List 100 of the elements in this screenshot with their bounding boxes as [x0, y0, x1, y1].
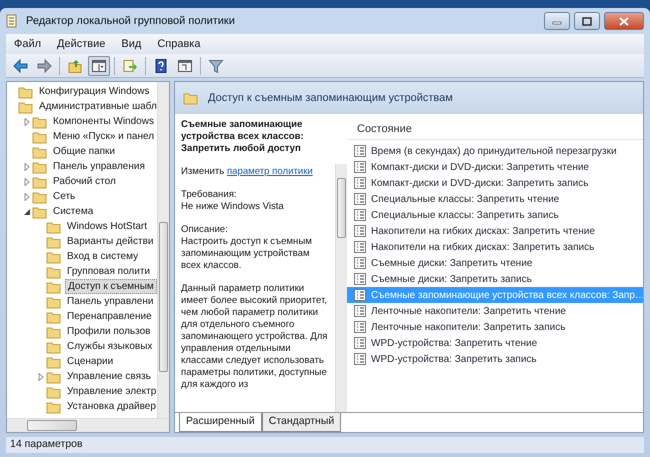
scrollbar[interactable]	[7, 418, 169, 432]
requirements-text: Требования: Не ниже Windows Vista	[181, 189, 285, 213]
tree-item[interactable]: Меню «Пуск» и панел	[51, 130, 156, 143]
policy-setting-icon	[353, 240, 367, 254]
maximize-button[interactable]	[574, 12, 600, 30]
policy-row[interactable]: Накопители на гибких дисках: Запретить запись	[347, 239, 643, 255]
menu-item[interactable]: Файл	[6, 36, 50, 52]
window-title: Редактор локальной групповой политики	[26, 14, 236, 29]
policy-setting-icon	[353, 352, 367, 366]
policy-setting-icon	[353, 336, 367, 350]
menu-item[interactable]: Действие	[49, 36, 114, 52]
folder-icon	[46, 250, 61, 264]
policy-row[interactable]: Компакт-диски и DVD-диски: Запретить чтение	[347, 159, 643, 175]
tree-item[interactable]: Конфигурация Windows	[37, 85, 152, 98]
folder-icon	[46, 234, 61, 248]
policy-setting-icon	[353, 160, 367, 174]
folder-icon	[32, 204, 47, 218]
menu-item[interactable]: Справка	[149, 36, 208, 52]
policy-setting-icon	[353, 192, 367, 206]
filter-icon	[208, 58, 224, 74]
folder-icon	[46, 354, 61, 368]
collapsed-arrow-icon[interactable]	[23, 178, 31, 186]
folder-icon	[46, 280, 61, 294]
policy-row[interactable]: Съемные диски: Запретить чтение	[347, 255, 643, 271]
tab[interactable]: Расширенный	[179, 413, 262, 432]
policy-setting-icon	[353, 144, 367, 158]
policy-row[interactable]: Специальные классы: Запретить чтение	[347, 191, 643, 207]
expanded-arrow-icon[interactable]	[23, 208, 31, 216]
policy-setting-icon	[353, 304, 367, 318]
menu-item[interactable]: Вид	[113, 36, 150, 52]
folder-icon	[46, 370, 61, 384]
tree-item[interactable]: Профили пользов	[65, 325, 152, 338]
collapsed-arrow-icon[interactable]	[37, 372, 45, 380]
folder-icon	[18, 100, 33, 114]
folder-icon	[32, 160, 47, 174]
policy-row[interactable]: Ленточные накопители: Запретить чтение	[347, 303, 643, 319]
back-arrow-icon	[12, 58, 28, 74]
tree-item[interactable]: Панель управлени	[65, 295, 156, 308]
policy-setting-icon	[353, 208, 367, 222]
tree-item[interactable]: Windows HotStart	[65, 220, 150, 233]
tree-item[interactable]: Панель управления	[51, 160, 147, 173]
folder-icon	[46, 220, 61, 234]
tree-item[interactable]: Компоненты Windows	[51, 115, 156, 128]
app-icon	[6, 14, 18, 28]
folder-icon	[46, 324, 61, 338]
help-icon	[153, 58, 169, 74]
tree-item[interactable]: Варианты действи	[65, 235, 156, 248]
folder-icon	[18, 84, 33, 98]
status-text: 14 параметров	[6, 437, 644, 453]
policy-row[interactable]: WPD-устройства: Запретить запись	[347, 351, 643, 367]
folder-icon	[32, 174, 47, 188]
scrollbar[interactable]	[157, 82, 169, 418]
tree-item[interactable]: Система	[51, 205, 96, 218]
policy-row[interactable]: Специальные классы: Запретить запись	[347, 207, 643, 223]
collapsed-arrow-icon[interactable]	[23, 162, 31, 170]
folder-icon	[46, 400, 61, 414]
folder-icon	[32, 190, 47, 204]
tab[interactable]: Стандартный	[262, 413, 342, 432]
tree-item[interactable]: Рабочий стол	[51, 175, 118, 188]
tree-item[interactable]: Перенаправление	[65, 310, 154, 323]
folder-icon	[183, 91, 198, 105]
tree-item[interactable]: Групповая полити	[65, 265, 152, 278]
folder-icon	[32, 144, 47, 158]
policy-row[interactable]: Время (в секундах) до принудительной перезагрузки	[347, 143, 643, 159]
policy-row[interactable]: Компакт-диски и DVD-диски: Запретить запись	[347, 175, 643, 191]
folder-icon	[46, 310, 61, 324]
tree-item[interactable]: Вход в систему	[65, 250, 140, 263]
tree-item[interactable]: Управление связь	[65, 370, 153, 383]
policy-row[interactable]: WPD-устройства: Запретить чтение	[347, 335, 643, 351]
policy-setting-icon	[353, 176, 367, 190]
tree-item[interactable]: Установка драйвер	[65, 400, 157, 413]
tree-item[interactable]: Сценарии	[65, 355, 116, 368]
collapsed-arrow-icon[interactable]	[23, 118, 31, 126]
folder-icon	[46, 384, 61, 398]
tree-item[interactable]: Сеть	[51, 190, 78, 203]
policy-setting-icon	[353, 320, 367, 334]
tree-item[interactable]: Административные шабл	[37, 100, 157, 113]
tree-item[interactable]: Доступ к съемным	[65, 279, 157, 294]
scrollbar[interactable]	[335, 164, 347, 412]
folder-icon	[32, 130, 47, 144]
policy-row[interactable]: Съемные диски: Запретить запись	[347, 271, 643, 287]
description-text: Описание: Настроить доступ к съемным запоминающим устройствам всех классов.	[181, 224, 313, 272]
policy-setting-icon	[353, 288, 367, 302]
pane-toggle-icon	[91, 58, 107, 74]
tree-item[interactable]: Общие папки	[51, 145, 118, 158]
toolbar-button[interactable]	[88, 56, 110, 76]
maximize-icon	[582, 16, 592, 26]
policy-row[interactable]: Ленточные накопители: Запретить запись	[347, 319, 643, 335]
collapsed-arrow-icon[interactable]	[23, 192, 31, 200]
close-button[interactable]	[604, 12, 644, 30]
tree-item[interactable]: Службы языковых	[65, 340, 154, 353]
policy-link[interactable]: параметр политики	[226, 166, 313, 177]
close-icon	[619, 16, 629, 26]
folder-icon	[46, 264, 61, 278]
policy-row[interactable]: Накопители на гибких дисках: Запретить чтение	[347, 223, 643, 239]
tree-item[interactable]: Управление электр	[65, 385, 157, 398]
description-text: Данный параметр политики имеет более высокий приоритет, чем любой параметр политики для отдельного съемного запоминающего устройства. Для управления отдельными классами следует использовать параметры политики, доступные для каждого из	[181, 283, 329, 391]
folder-icon	[46, 340, 61, 354]
column-header[interactable]: Состояние	[347, 120, 643, 140]
export-icon	[122, 58, 138, 74]
